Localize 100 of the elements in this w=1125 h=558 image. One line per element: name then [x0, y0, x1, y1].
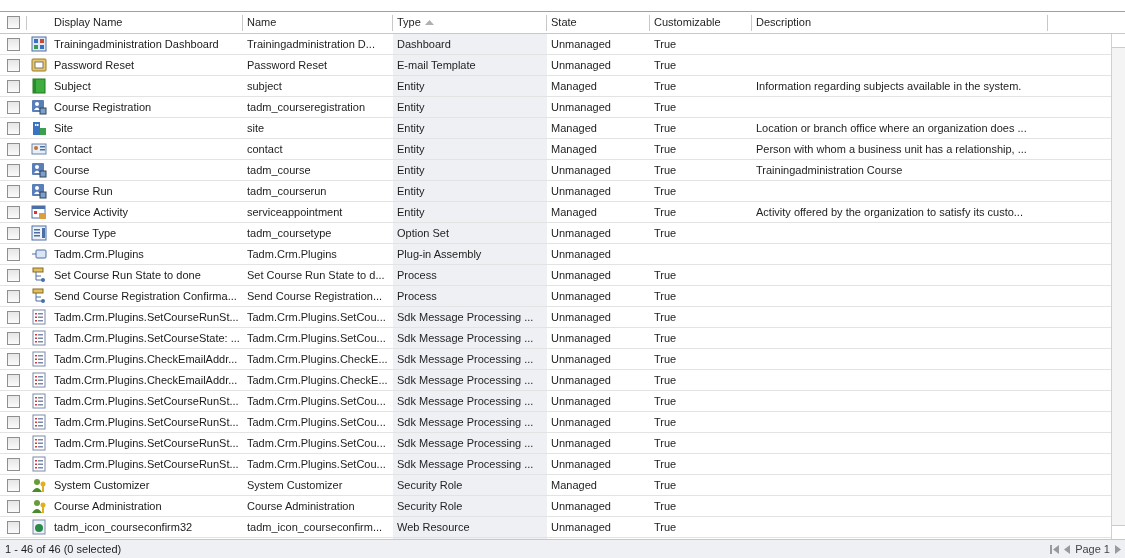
table-cell-text: Security Role	[397, 477, 463, 493]
column-header[interactable]: Customizable	[650, 14, 752, 31]
table-row[interactable]: Site site Entity Managed True Location or branch office where an organization does ...	[0, 118, 1111, 139]
table-row[interactable]: Course tadm_course Entity Unmanaged True Trainingadministration Course	[0, 160, 1111, 181]
column-header[interactable]: Description	[752, 14, 1048, 31]
row-checkbox[interactable]	[7, 289, 20, 303]
record-count: 1 - 46 of 46 (0 selected)	[5, 541, 122, 557]
table-row[interactable]: Password Reset Password Reset E-mail Template Unmanaged True	[0, 55, 1111, 76]
table-row[interactable]: Tadm.Crm.Plugins.SetCourseState: ... Tadm.Crm.Plugins.SetCou... Sdk Message Processing ... Unmanaged True	[0, 328, 1111, 349]
table-cell-text: Managed	[551, 120, 597, 136]
table-row[interactable]: Send Course Registration Confirma... Send Course Registration... Process Unmanaged True	[0, 286, 1111, 307]
table-row[interactable]: System Customizer System Customizer Security Role Managed True	[0, 475, 1111, 496]
table-cell-text: Tadm.Crm.Plugins.CheckEmailAddr...	[54, 372, 238, 388]
envelope-icon	[30, 57, 47, 73]
column-header[interactable]: Display Name	[50, 14, 243, 31]
row-checkbox[interactable]	[7, 205, 20, 219]
table-cell-text: Unmanaged	[551, 309, 611, 325]
table-cell-text: Password Reset	[54, 57, 135, 73]
table-cell-text: Entity	[397, 141, 425, 157]
table-row[interactable]: Tadm.Crm.Plugins.SetCourseRunSt... Tadm.Crm.Plugins.SetCou... Sdk Message Processing ... Unmanaged True	[0, 412, 1111, 433]
table-cell-text: Tadm.Crm.Plugins.SetCou...	[247, 330, 386, 346]
table-cell-text: Contact	[54, 141, 92, 157]
table-cell-text: Entity	[397, 78, 425, 94]
table-row[interactable]: Course Run tadm_courserun Entity Unmanaged True	[0, 181, 1111, 202]
row-checkbox[interactable]	[7, 478, 20, 492]
document-icon	[30, 393, 47, 409]
table-row[interactable]: Tadm.Crm.Plugins.SetCourseRunSt... Tadm.Crm.Plugins.SetCou... Sdk Message Processing ... Unmanaged True	[0, 433, 1111, 454]
row-checkbox[interactable]	[7, 331, 20, 345]
table-row[interactable]: Tadm.Crm.Plugins.CheckEmailAddr... Tadm.Crm.Plugins.CheckE... Sdk Message Processing ... Unmanaged True	[0, 370, 1111, 391]
row-checkbox[interactable]	[7, 394, 20, 408]
document-icon	[30, 372, 47, 388]
table-cell-text: Set Course Run State to done	[54, 267, 201, 283]
table-cell-text: Tadm.Crm.Plugins.SetCou...	[247, 309, 386, 325]
table-cell-text: Tadm.Crm.Plugins.SetCourseRunSt...	[54, 456, 239, 472]
table-cell-text: Send Course Registration...	[247, 288, 383, 304]
table-row[interactable]: Tadm.Crm.Plugins.SetCourseRunSt... Tadm.Crm.Plugins.SetCou... Sdk Message Processing ... Unmanaged True	[0, 391, 1111, 412]
table-row[interactable]: Course Type tadm_coursetype Option Set Unmanaged True	[0, 223, 1111, 244]
row-checkbox[interactable]	[7, 436, 20, 450]
table-row[interactable]: Tadm.Crm.Plugins Tadm.Crm.Plugins Plug-in Assembly Unmanaged	[0, 244, 1111, 265]
table-row[interactable]: Contact contact Entity Managed True Person with whom a business unit has a relationship, ...	[0, 139, 1111, 160]
table-cell-text: True	[654, 183, 677, 199]
select-all-checkbox[interactable]	[6, 16, 20, 29]
next-page-icon[interactable]	[1115, 544, 1121, 554]
table-cell-text: tadm_courseregistration	[247, 99, 365, 115]
row-checkbox[interactable]	[7, 457, 20, 471]
row-checkbox[interactable]	[7, 121, 20, 135]
row-checkbox[interactable]	[7, 184, 20, 198]
table-row[interactable]: Subject subject Entity Managed True Information regarding subjects available in the system.	[0, 76, 1111, 97]
table-cell-text: Course Administration	[54, 498, 162, 514]
column-header[interactable]: Name	[243, 14, 393, 31]
table-cell-text: tadm_coursetype	[247, 225, 332, 241]
table-row[interactable]: Trainingadministration Dashboard Trainingadministration D... Dashboard Unmanaged True	[0, 34, 1111, 55]
scrollbar[interactable]	[1111, 34, 1125, 539]
table-row[interactable]: Tadm.Crm.Plugins.SetCourseRunSt... Tadm.Crm.Plugins.SetCou... Sdk Message Processing ... Unmanaged True	[0, 307, 1111, 328]
row-checkbox[interactable]	[7, 373, 20, 387]
table-cell-text: Trainingadministration D...	[247, 36, 375, 52]
table-row[interactable]: Course Administration Course Administration Security Role Unmanaged True	[0, 496, 1111, 517]
table-cell-text: Plug-in Assembly	[397, 246, 482, 262]
table-cell-text: True	[654, 351, 677, 367]
table-cell-text: Course Registration	[54, 99, 152, 115]
table-cell-text: Location or branch office where an organization does ...	[756, 120, 1027, 136]
contact-card-icon	[30, 141, 47, 157]
table-row[interactable]: Service Activity serviceappointment Entity Managed True Activity offered by the organization to satisfy its custo...	[0, 202, 1111, 223]
row-checkbox[interactable]	[7, 247, 20, 261]
row-checkbox[interactable]	[7, 415, 20, 429]
table-row[interactable]: Tadm.Crm.Plugins.CheckEmailAddr... Tadm.Crm.Plugins.CheckE... Sdk Message Processing ... Unmanaged True	[0, 349, 1111, 370]
table-cell-text: Activity offered by the organization to satisfy its custo...	[756, 204, 1023, 220]
table-row[interactable]: tadm_icon_courseconfirm32 tadm_icon_courseconfirm... Web Resource Unmanaged True	[0, 517, 1111, 538]
row-checkbox[interactable]	[7, 268, 20, 282]
row-checkbox[interactable]	[7, 226, 20, 240]
column-header[interactable]: Type	[393, 14, 547, 31]
table-cell-text: Course Type	[54, 225, 117, 241]
plug-icon	[30, 246, 47, 262]
table-row[interactable]: Tadm.Crm.Plugins.SetCourseRunSt... Tadm.Crm.Plugins.SetCou... Sdk Message Processing ... Unmanaged True	[0, 454, 1111, 475]
table-cell-text: Unmanaged	[551, 288, 611, 304]
table-cell-text: Unmanaged	[551, 267, 611, 283]
row-checkbox[interactable]	[7, 37, 20, 51]
previous-page-icon[interactable]	[1064, 544, 1071, 554]
row-checkbox[interactable]	[7, 142, 20, 156]
calendar-icon	[30, 204, 47, 220]
row-checkbox[interactable]	[7, 310, 20, 324]
row-checkbox[interactable]	[7, 163, 20, 177]
table-row[interactable]: Course Registration tadm_courseregistration Entity Unmanaged True	[0, 97, 1111, 118]
table-cell-text: True	[654, 330, 677, 346]
table-cell-text: Entity	[397, 120, 425, 136]
table-row[interactable]: Set Course Run State to done Set Course Run State to d... Process Unmanaged True	[0, 265, 1111, 286]
first-page-icon[interactable]	[1050, 544, 1060, 554]
row-checkbox[interactable]	[7, 352, 20, 366]
table-cell-text: Unmanaged	[551, 393, 611, 409]
table-cell-text: Subject	[54, 78, 91, 94]
column-header[interactable]: State	[547, 14, 650, 31]
table-cell-text: Entity	[397, 162, 425, 178]
row-checkbox[interactable]	[7, 58, 20, 72]
row-checkbox[interactable]	[7, 100, 20, 114]
row-checkbox[interactable]	[7, 79, 20, 93]
table-cell-text: Tadm.Crm.Plugins.SetCourseRunSt...	[54, 309, 239, 325]
row-checkbox[interactable]	[7, 499, 20, 513]
table-cell-text: True	[654, 141, 677, 157]
row-checkbox[interactable]	[7, 520, 20, 534]
table-cell-text: Course	[54, 162, 90, 178]
